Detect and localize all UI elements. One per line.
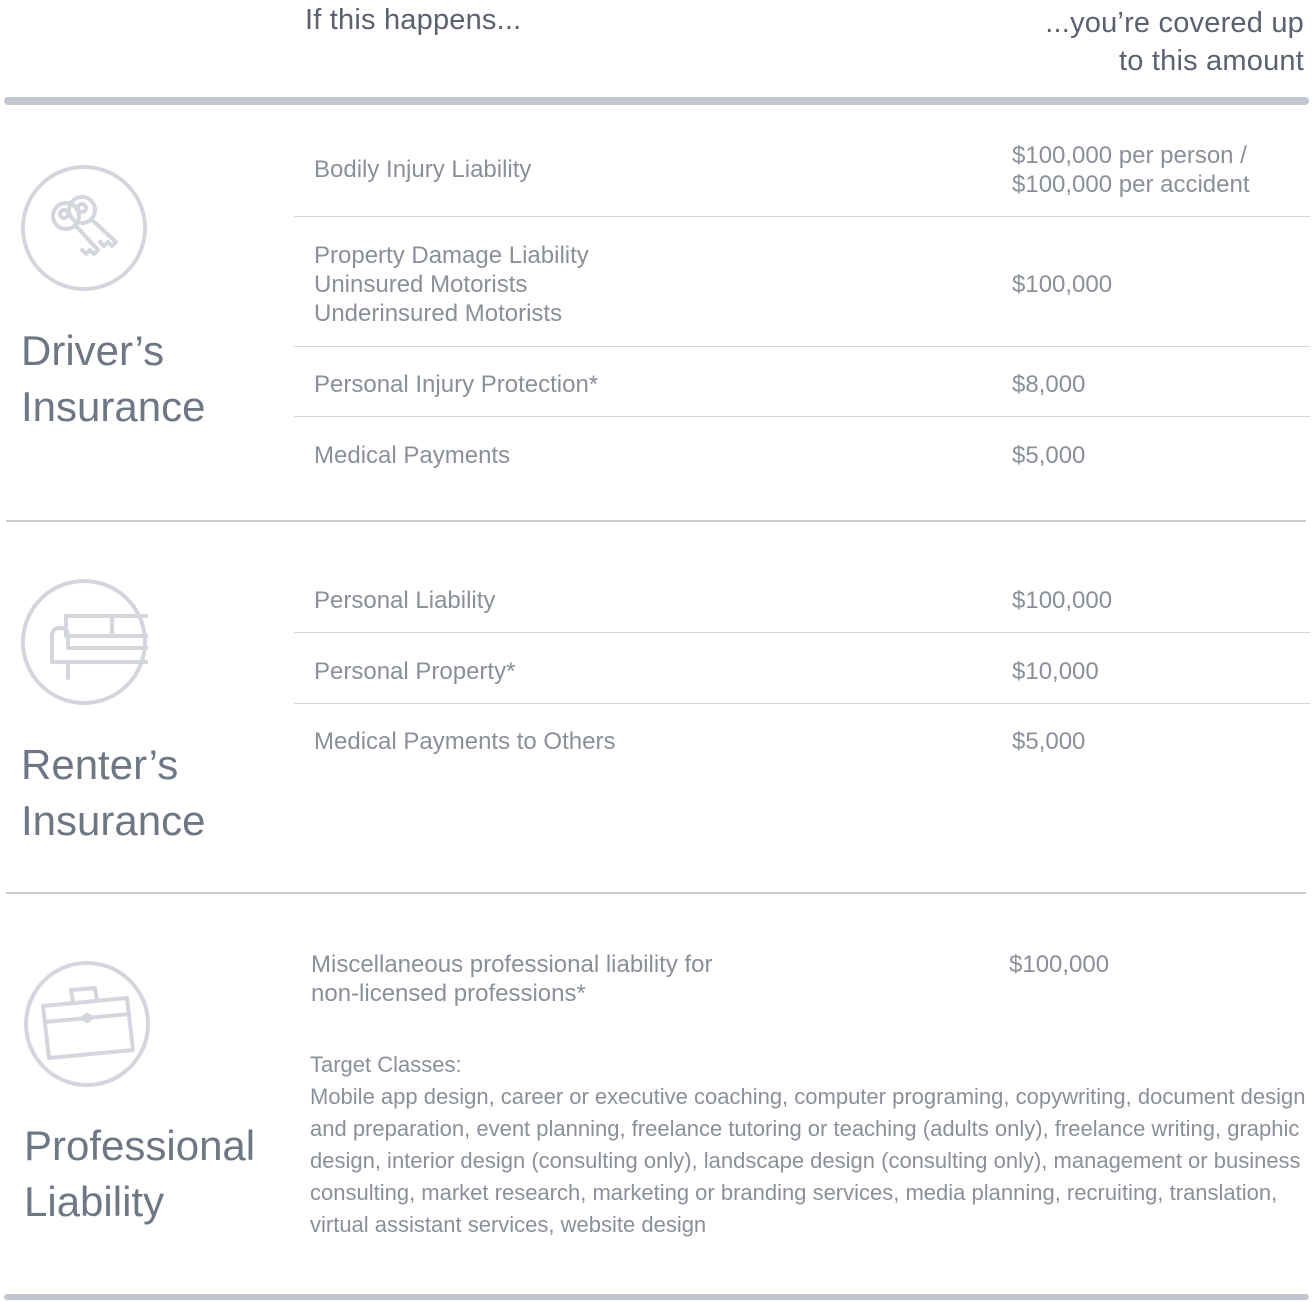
item-line: Uninsured Motorists bbox=[314, 271, 528, 298]
row-divider bbox=[294, 416, 1310, 417]
item-line: Property Damage Liability bbox=[314, 242, 589, 269]
renters-value-liability: $100,000 bbox=[1012, 587, 1113, 614]
renters-item-liability: Personal Liability bbox=[314, 587, 496, 614]
briefcase-icon bbox=[23, 960, 151, 1088]
renters-value-property: $10,000 bbox=[1012, 658, 1099, 685]
professional-title-line2: Liability bbox=[24, 1178, 165, 1225]
coverage-page: { "header": { "left": "If this happens..… bbox=[0, 0, 1316, 1302]
section-divider bbox=[6, 892, 1306, 894]
drivers-value-pip: $8,000 bbox=[1012, 371, 1086, 398]
target-classes-text: Mobile app design, career or executive c… bbox=[310, 1084, 1306, 1237]
renters-value-medical: $5,000 bbox=[1012, 728, 1086, 755]
drivers-title-line1: Driver’s bbox=[21, 327, 165, 374]
renters-item-property: Personal Property* bbox=[314, 658, 516, 685]
item-line: Miscellaneous professional liability for bbox=[311, 951, 713, 978]
couch-icon bbox=[20, 578, 149, 706]
drivers-title: Driver’s Insurance bbox=[21, 323, 205, 435]
professional-item: Miscellaneous professional liability for… bbox=[311, 950, 713, 1008]
drivers-item-property-damage: Property Damage Liability Uninsured Moto… bbox=[314, 241, 589, 328]
drivers-item-bodily-injury: Bodily Injury Liability bbox=[314, 156, 532, 183]
row-divider bbox=[294, 632, 1310, 633]
drivers-title-line2: Insurance bbox=[21, 383, 206, 430]
drivers-item-medical: Medical Payments bbox=[314, 442, 511, 469]
section-divider bbox=[6, 520, 1306, 522]
professional-value: $100,000 bbox=[1009, 951, 1110, 978]
column-header-right-line2: to this amount bbox=[1119, 45, 1304, 77]
renters-title-line1: Renter’s bbox=[21, 741, 179, 788]
drivers-value-property-damage: $100,000 bbox=[1012, 271, 1113, 298]
drivers-value-medical: $5,000 bbox=[1012, 442, 1086, 469]
target-classes-label: Target Classes: bbox=[310, 1052, 462, 1077]
header-divider bbox=[4, 97, 1309, 105]
renters-item-medical: Medical Payments to Others bbox=[314, 728, 616, 755]
drivers-item-pip: Personal Injury Protection* bbox=[314, 371, 599, 398]
column-header-right: ...you’re covered up to this amount bbox=[884, 4, 1304, 80]
column-header-right-line1: ...you’re covered up bbox=[1045, 7, 1304, 39]
keys-icon bbox=[20, 164, 148, 292]
row-divider bbox=[294, 703, 1310, 704]
item-line: non-licensed professions* bbox=[311, 980, 586, 1007]
value-line: $100,000 per person / bbox=[1012, 142, 1247, 169]
row-divider bbox=[294, 216, 1310, 217]
professional-title-line1: Professional bbox=[24, 1122, 256, 1169]
row-divider bbox=[294, 346, 1310, 347]
footer-divider bbox=[4, 1294, 1309, 1300]
drivers-value-bodily-injury: $100,000 per person / $100,000 per accid… bbox=[1012, 141, 1250, 199]
professional-title: Professional Liability bbox=[24, 1118, 255, 1230]
renters-title-line2: Insurance bbox=[21, 797, 206, 844]
column-header-left: If this happens... bbox=[305, 4, 522, 36]
item-line: Underinsured Motorists bbox=[314, 300, 563, 327]
renters-title: Renter’s Insurance bbox=[21, 737, 205, 849]
value-line: $100,000 per accident bbox=[1012, 171, 1250, 198]
